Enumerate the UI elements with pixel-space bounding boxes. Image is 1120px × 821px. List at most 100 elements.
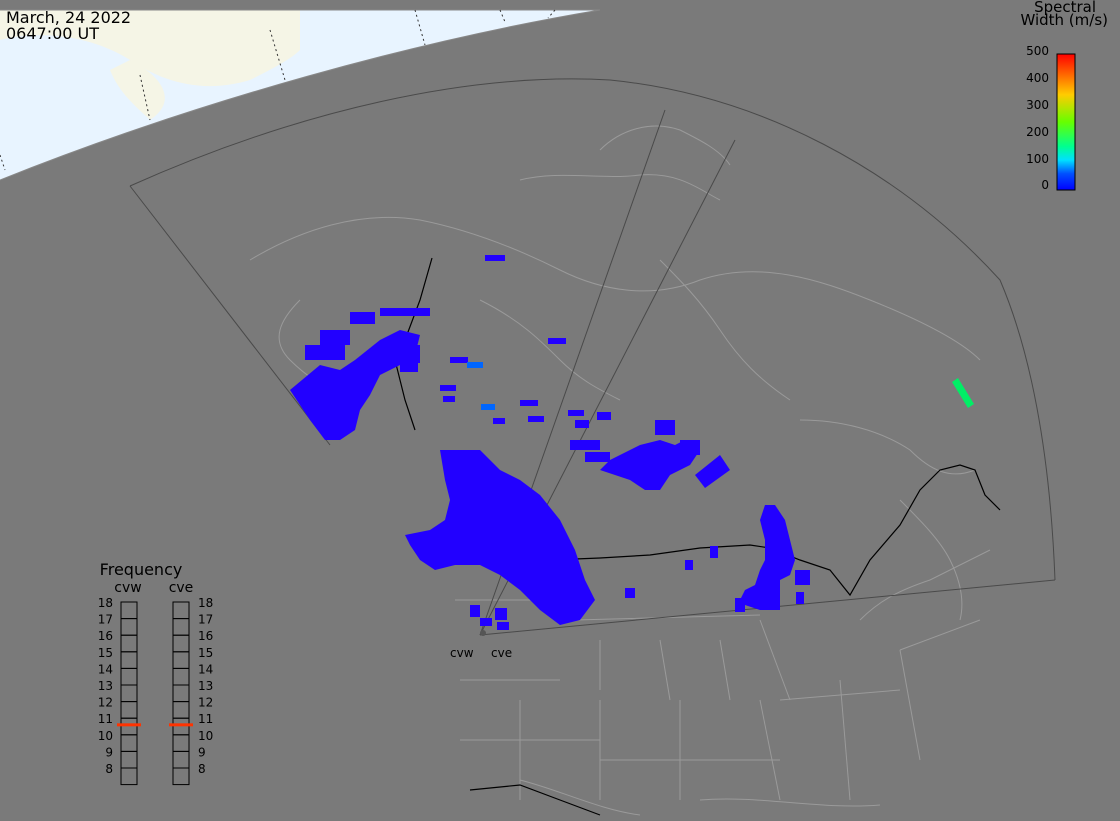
scatter-cell [443, 396, 455, 402]
frequency-level-label: 16 [98, 629, 113, 643]
scatter-cell [520, 400, 538, 406]
scatter-cell [528, 416, 544, 422]
scatter-cell [795, 570, 810, 585]
scatter-cell [735, 598, 745, 612]
frequency-level-label: 14 [98, 662, 113, 676]
scatter-cell [380, 308, 430, 316]
frequency-level-label: 8 [198, 762, 206, 776]
frequency-box [120, 701, 138, 719]
scatter-cell [497, 622, 509, 630]
colorbar-tick: 400 [1026, 71, 1049, 85]
scatter-cell [440, 385, 456, 391]
frequency-level-label: 11 [98, 712, 113, 726]
scatter-cell [740, 505, 795, 610]
frequency-level-label: 12 [98, 696, 113, 710]
frequency-box [120, 618, 138, 636]
frequency-level-label: 16 [198, 629, 213, 643]
scatter-cell [585, 452, 610, 462]
scatter-cell [575, 420, 589, 428]
radar-site-label-cvw: cvw [450, 646, 474, 660]
colorbar-tick: 100 [1026, 152, 1049, 166]
radar-sites: cvw cve [450, 630, 512, 660]
frequency-box [120, 734, 138, 752]
colorbar-title-line2: Width (m/s) [1020, 11, 1108, 29]
frequency-level-label: 17 [98, 613, 113, 627]
scatter-cell [470, 605, 480, 617]
backscatter-cells [290, 255, 810, 630]
frequency-box [172, 717, 190, 736]
scatter-cell [400, 360, 418, 372]
frequency-box [172, 634, 190, 653]
scatter-cell [597, 412, 611, 420]
frequency-box [172, 701, 190, 719]
scatter-cell [481, 404, 495, 410]
frequency-box [172, 750, 190, 769]
frequency-box [172, 651, 190, 669]
frequency-box [120, 750, 138, 769]
scatter-cell [450, 357, 468, 363]
scatter-cell [655, 420, 675, 435]
frequency-level-label: 9 [198, 745, 206, 759]
radar-map: cvw cve 500 400 300 200 100 0 Frequency … [0, 9, 1076, 816]
colorbar-tick: 200 [1026, 125, 1049, 139]
colorbar: 500 400 300 200 100 0 [1026, 44, 1076, 192]
scatter-cell [467, 362, 483, 368]
frequency-box [172, 684, 190, 703]
frequency-title: Frequency [100, 560, 183, 579]
frequency-box [120, 601, 138, 620]
frequency-level-label: 15 [198, 646, 213, 660]
scatter-cell [710, 546, 718, 558]
colorbar-tick: 0 [1041, 178, 1049, 192]
frequency-box [120, 767, 138, 786]
frequency-level-label: 18 [98, 596, 113, 610]
frequency-box [172, 618, 190, 636]
frequency-level-label: 10 [198, 729, 213, 743]
scatter-cell [680, 440, 700, 455]
scatter-cell [493, 418, 505, 424]
scatter-cell [796, 592, 804, 604]
frequency-level-label: 10 [98, 729, 113, 743]
time-label: 0647:00 UT [6, 24, 100, 43]
frequency-level-label: 11 [198, 712, 213, 726]
fov-outline [129, 78, 1056, 636]
scatter-cell [405, 450, 595, 625]
frequency-level-label: 8 [105, 762, 113, 776]
colorbar-tick: 300 [1026, 98, 1049, 112]
frequency-radar-label: cvw [114, 580, 141, 596]
frequency-level-label: 13 [98, 679, 113, 693]
frequency-marker [169, 723, 193, 727]
frequency-panel: Frequency cvw cve 18 18 17 17 16 16 15 15 14 14 13… [98, 560, 213, 786]
frequency-box [120, 667, 138, 686]
backscatter-cells-high-width [467, 362, 974, 410]
frequency-scale: 18 18 17 17 16 16 15 15 14 14 13 13 12 12 11 11 10 10 9 9 8 8 [98, 596, 213, 786]
scatter-cell [625, 588, 635, 598]
scatter-cell [548, 338, 566, 344]
frequency-box [120, 717, 138, 736]
scatter-cell [952, 378, 974, 408]
scatter-cell [695, 455, 730, 488]
frequency-level-label: 12 [198, 696, 213, 710]
frequency-box [172, 667, 190, 686]
frequency-box [120, 684, 138, 703]
scatter-cell [305, 345, 345, 360]
frequency-box [120, 651, 138, 669]
frequency-marker [117, 723, 141, 727]
scatter-cell [485, 255, 505, 261]
frequency-box [172, 734, 190, 752]
frequency-level-label: 17 [198, 613, 213, 627]
scatter-cell [495, 608, 507, 620]
frequency-level-label: 9 [105, 745, 113, 759]
scatter-cell [685, 560, 693, 570]
frequency-level-label: 15 [98, 646, 113, 660]
radar-site-marker [480, 630, 486, 636]
radar-site-label-cve: cve [491, 646, 512, 660]
scatter-cell [570, 440, 600, 450]
frequency-level-label: 13 [198, 679, 213, 693]
frequency-box [172, 601, 190, 620]
frequency-level-label: 14 [198, 662, 213, 676]
scatter-cell [568, 410, 584, 416]
frequency-radar-label: cve [169, 580, 194, 596]
scatter-cell [480, 618, 492, 626]
colorbar-tick: 500 [1026, 44, 1049, 58]
scatter-cell [350, 312, 375, 324]
